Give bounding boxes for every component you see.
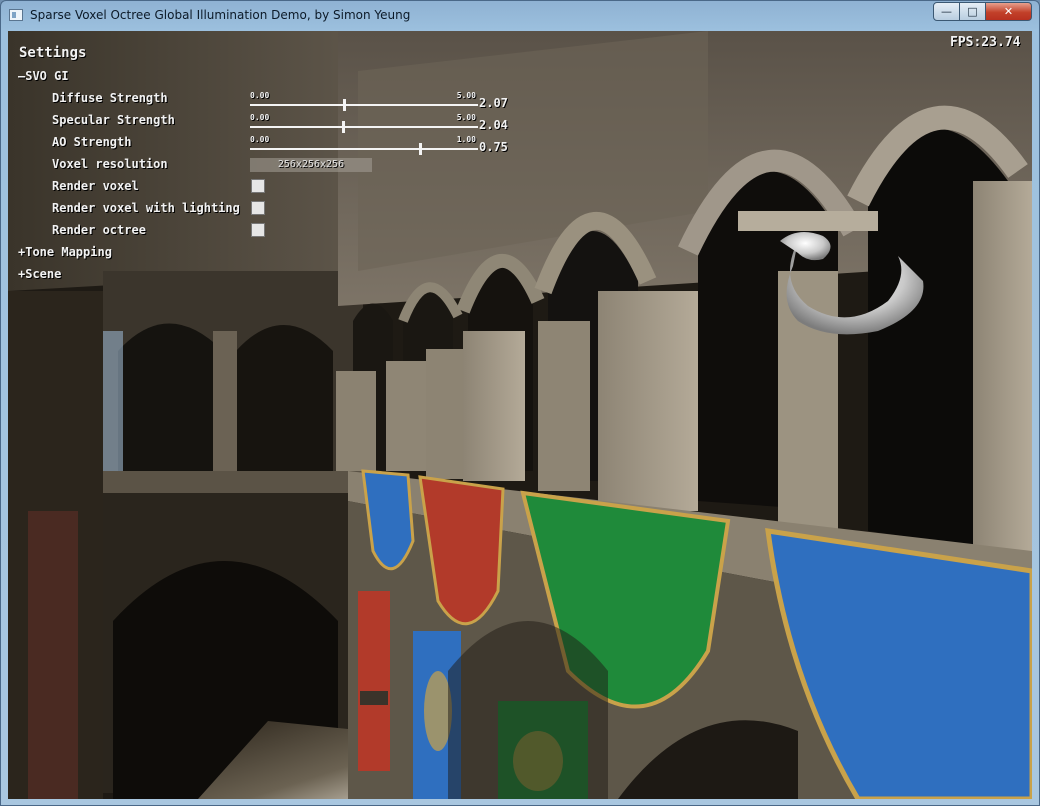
- render-voxel-lighting-checkbox[interactable]: [251, 201, 265, 215]
- voxel-resolution-dropdown[interactable]: 256x256x256: [250, 158, 372, 172]
- ao-strength-label: AO Strength: [52, 135, 132, 149]
- window-controls: — □ ✕: [933, 2, 1032, 21]
- specular-strength-label: Specular Strength: [52, 113, 175, 127]
- voxel-resolution-label: Voxel resolution: [52, 157, 168, 171]
- slider-min: 0.00: [250, 135, 270, 144]
- specular-strength-slider[interactable]: 0.00 5.00: [250, 113, 478, 135]
- render-voxel-checkbox[interactable]: [251, 179, 265, 193]
- ao-strength-slider[interactable]: 0.00 1.00: [250, 135, 478, 157]
- minimize-button[interactable]: —: [933, 2, 960, 21]
- diffuse-strength-slider[interactable]: 0.00 5.00: [250, 91, 478, 113]
- settings-overlay: FPS:23.74 Settings —SVO GI Diffuse Stren…: [8, 31, 1032, 799]
- app-icon: [9, 9, 23, 21]
- diffuse-strength-value: 2.07: [479, 96, 508, 110]
- render-voxel-label: Render voxel: [52, 179, 139, 193]
- close-button[interactable]: ✕: [986, 2, 1032, 21]
- slider-thumb[interactable]: [342, 121, 345, 133]
- slider-max: 5.00: [456, 91, 476, 100]
- render-octree-checkbox[interactable]: [251, 223, 265, 237]
- slider-track: [250, 148, 478, 150]
- slider-min: 0.00: [250, 113, 270, 122]
- ao-strength-value: 0.75: [479, 140, 508, 154]
- diffuse-strength-label: Diffuse Strength: [52, 91, 168, 105]
- specular-strength-value: 2.04: [479, 118, 508, 132]
- group-scene-toggle[interactable]: +Scene: [18, 267, 61, 281]
- app-window: Sparse Voxel Octree Global Illumination …: [0, 0, 1040, 806]
- group-tone-mapping-toggle[interactable]: +Tone Mapping: [18, 245, 112, 259]
- render-voxel-lighting-label: Render voxel with lighting: [52, 201, 240, 215]
- group-svo-gi-toggle[interactable]: —SVO GI: [18, 69, 69, 83]
- maximize-button[interactable]: □: [960, 2, 986, 21]
- fps-counter: FPS:23.74: [950, 35, 1021, 50]
- slider-max: 5.00: [456, 113, 476, 122]
- slider-thumb[interactable]: [343, 99, 346, 111]
- render-viewport[interactable]: FPS:23.74 Settings —SVO GI Diffuse Stren…: [8, 31, 1032, 799]
- settings-title: Settings: [19, 45, 87, 61]
- slider-max: 1.00: [456, 135, 476, 144]
- render-octree-label: Render octree: [52, 223, 146, 237]
- title-bar[interactable]: Sparse Voxel Octree Global Illumination …: [1, 1, 1039, 31]
- slider-track: [250, 126, 478, 128]
- slider-track: [250, 104, 478, 106]
- slider-min: 0.00: [250, 91, 270, 100]
- window-title: Sparse Voxel Octree Global Illumination …: [30, 8, 411, 22]
- slider-thumb[interactable]: [419, 143, 422, 155]
